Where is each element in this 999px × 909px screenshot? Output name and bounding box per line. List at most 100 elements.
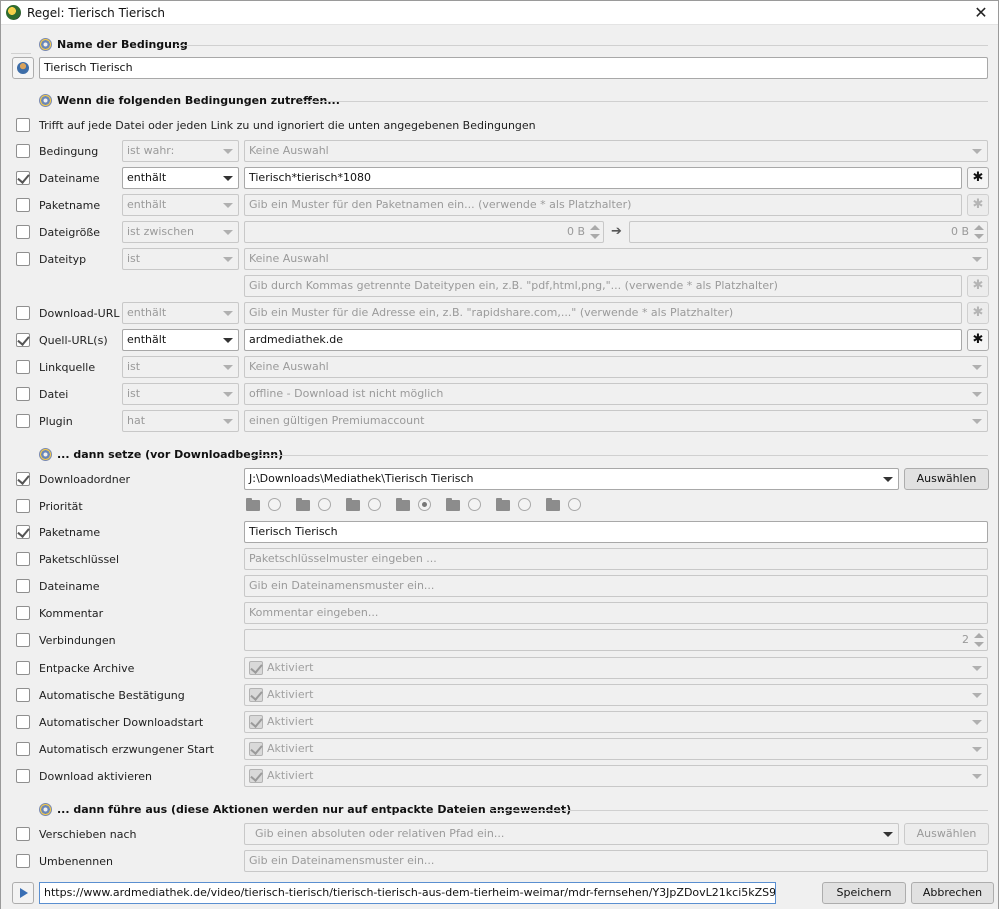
condition-checkbox-dateiname[interactable]: [16, 171, 30, 185]
download-folder-select[interactable]: J:\Downloads\Mediathek\Tierisch Tierisch: [244, 468, 899, 490]
condition-operator-select[interactable]: ist: [122, 383, 239, 405]
spinner-icon[interactable]: [589, 224, 601, 240]
priority-folder-icon: [346, 498, 360, 511]
value-text: Aktiviert: [267, 661, 314, 674]
condition-checkbox-download-url[interactable]: [16, 306, 30, 320]
spinner-icon[interactable]: [973, 632, 985, 648]
set-checkbox-verbindungen[interactable]: [16, 633, 30, 647]
priority-radio-1[interactable]: [268, 498, 281, 511]
execute-checkbox-move[interactable]: [16, 827, 30, 841]
save-button[interactable]: Speichern: [822, 882, 906, 904]
source-url-pattern-input[interactable]: ardmediathek.de: [244, 329, 962, 351]
priority-radio-2[interactable]: [318, 498, 331, 511]
dropdown-arrow-icon: [223, 419, 233, 424]
priority-radio-4[interactable]: [418, 498, 431, 511]
move-path-select[interactable]: Gib einen absoluten oder relativen Pfad …: [244, 823, 899, 845]
value-text: Keine Auswahl: [249, 252, 329, 265]
inner-checkbox: [249, 661, 263, 675]
wildcard-icon[interactable]: ✱: [967, 329, 989, 351]
connections-spinner[interactable]: 2: [244, 629, 988, 651]
enable-download-select[interactable]: Aktiviert: [244, 765, 988, 787]
plugin-select[interactable]: einen gültigen Premiumaccount: [244, 410, 988, 432]
condition-operator-select[interactable]: enthält: [122, 194, 239, 216]
condition-operator-select[interactable]: ist: [122, 356, 239, 378]
condition-checkbox-bedingung[interactable]: [16, 144, 30, 158]
dropdown-arrow-icon: [223, 392, 233, 397]
extract-archives-select[interactable]: Aktiviert: [244, 657, 988, 679]
app-logo-icon: [6, 5, 21, 20]
forced-start-select[interactable]: Aktiviert: [244, 738, 988, 760]
priority-folder-icon: [446, 498, 460, 511]
close-icon[interactable]: ✕: [964, 1, 998, 25]
condition-operator-select[interactable]: hat: [122, 410, 239, 432]
set-checkbox-paketname[interactable]: [16, 525, 30, 539]
priority-radio-6[interactable]: [518, 498, 531, 511]
filename-pattern-input[interactable]: Tierisch*tierisch*1080: [244, 167, 962, 189]
wildcard-icon[interactable]: ✱: [967, 275, 989, 297]
condition-operator-select[interactable]: ist wahr:: [122, 140, 239, 162]
rule-name-input[interactable]: Tierisch Tierisch: [39, 57, 988, 79]
condition-value-select[interactable]: Keine Auswahl: [244, 140, 988, 162]
set-checkbox-entpacke-archive[interactable]: [16, 661, 30, 675]
spinner-icon[interactable]: [973, 224, 985, 240]
priority-radio-5[interactable]: [468, 498, 481, 511]
download-url-pattern-input[interactable]: Gib ein Muster für die Adresse ein, z.B.…: [244, 302, 962, 324]
condition-checkbox-dateigroesse[interactable]: [16, 225, 30, 239]
condition-checkbox-linkquelle[interactable]: [16, 360, 30, 374]
set-checkbox-downloadordner[interactable]: [16, 472, 30, 486]
set-label: Paketname: [39, 526, 101, 539]
set-checkbox-auto-confirm[interactable]: [16, 688, 30, 702]
play-icon[interactable]: [12, 882, 34, 904]
match-all-checkbox[interactable]: [16, 118, 30, 132]
size-from-spinner[interactable]: 0 B: [244, 221, 604, 243]
size-to-spinner[interactable]: 0 B: [629, 221, 988, 243]
set-checkbox-enable-download[interactable]: [16, 769, 30, 783]
condition-operator-select[interactable]: enthält: [122, 329, 239, 351]
condition-operator-select[interactable]: enthält: [122, 167, 239, 189]
package-name-input[interactable]: Tierisch Tierisch: [244, 521, 988, 543]
condition-checkbox-source-url[interactable]: [16, 333, 30, 347]
filetype-select[interactable]: Keine Auswahl: [244, 248, 988, 270]
file-status-select[interactable]: offline - Download ist nicht möglich: [244, 383, 988, 405]
filetype-pattern-input[interactable]: Gib durch Kommas getrennte Dateitypen ei…: [244, 275, 962, 297]
set-checkbox-paketschluessel[interactable]: [16, 552, 30, 566]
auto-confirm-select[interactable]: Aktiviert: [244, 684, 988, 706]
operator-value: enthält: [127, 198, 167, 211]
execute-checkbox-rename[interactable]: [16, 854, 30, 868]
set-label: Kommentar: [39, 607, 104, 620]
browse-folder-button[interactable]: Auswählen: [904, 468, 989, 490]
set-checkbox-auto-start[interactable]: [16, 715, 30, 729]
condition-checkbox-plugin[interactable]: [16, 414, 30, 428]
condition-checkbox-dateityp[interactable]: [16, 252, 30, 266]
filename-input[interactable]: Gib ein Dateinamensmuster ein...: [244, 575, 988, 597]
condition-checkbox-paketname[interactable]: [16, 198, 30, 212]
set-label: Automatisch erzwungener Start: [39, 743, 214, 756]
test-url-input[interactable]: https://www.ardmediathek.de/video/tieris…: [39, 882, 776, 904]
condition-operator-select[interactable]: ist zwischen: [122, 221, 239, 243]
set-checkbox-dateiname[interactable]: [16, 579, 30, 593]
auto-start-select[interactable]: Aktiviert: [244, 711, 988, 733]
browse-move-button[interactable]: Auswählen: [904, 823, 989, 845]
comment-input[interactable]: Kommentar eingeben...: [244, 602, 988, 624]
set-checkbox-prioritaet[interactable]: [16, 499, 30, 513]
link-source-select[interactable]: Keine Auswahl: [244, 356, 988, 378]
priority-folder-icon: [296, 498, 310, 511]
set-checkbox-forced-start[interactable]: [16, 742, 30, 756]
priority-radio-3[interactable]: [368, 498, 381, 511]
priority-folder-icon: [396, 498, 410, 511]
priority-radio-7[interactable]: [568, 498, 581, 511]
condition-operator-select[interactable]: ist: [122, 248, 239, 270]
set-checkbox-kommentar[interactable]: [16, 606, 30, 620]
user-icon-button[interactable]: [12, 57, 34, 79]
wildcard-icon[interactable]: ✱: [967, 302, 989, 324]
condition-operator-select[interactable]: enthält: [122, 302, 239, 324]
package-pattern-input[interactable]: Gib ein Muster für den Paketnamen ein...…: [244, 194, 962, 216]
condition-checkbox-datei[interactable]: [16, 387, 30, 401]
dialog-window: Regel: Tierisch Tierisch ✕ Name der Bedi…: [0, 0, 999, 909]
wildcard-icon[interactable]: ✱: [967, 194, 989, 216]
wildcard-icon[interactable]: ✱: [967, 167, 989, 189]
dropdown-arrow-icon: [972, 392, 982, 397]
cancel-button[interactable]: Abbrechen: [911, 882, 994, 904]
package-key-input[interactable]: Paketschlüsselmuster eingeben ...: [244, 548, 988, 570]
rename-input[interactable]: Gib ein Dateinamensmuster ein...: [244, 850, 988, 872]
